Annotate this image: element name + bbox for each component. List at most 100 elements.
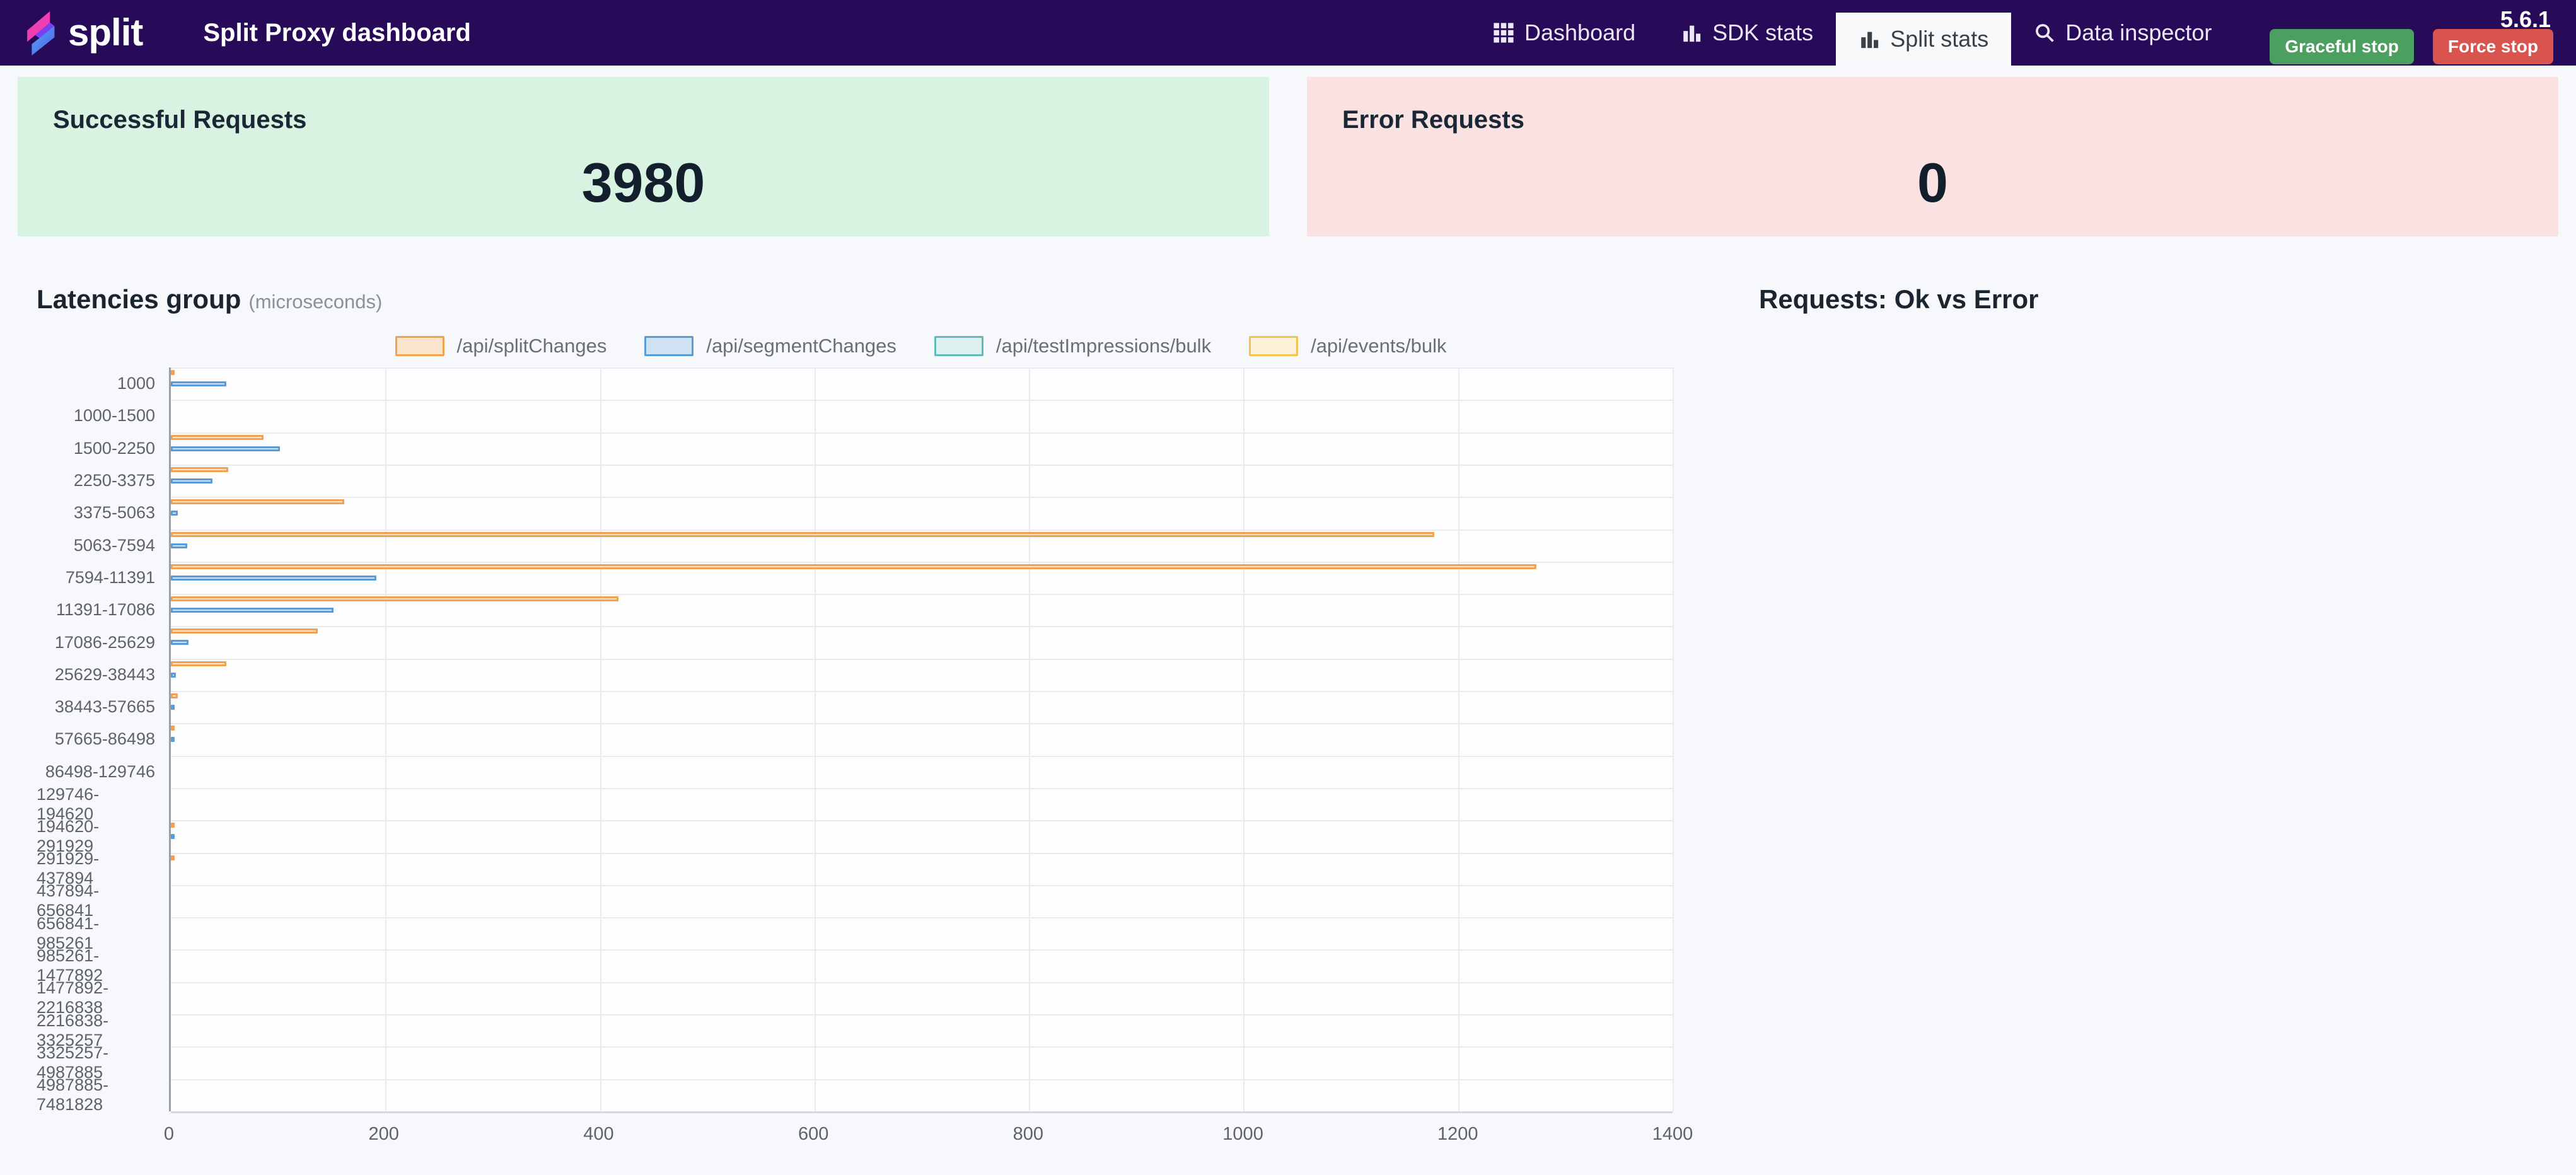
latency-bar bbox=[171, 823, 175, 828]
latency-bar bbox=[171, 693, 178, 698]
y-axis-label: 1477892-2216838 bbox=[37, 978, 109, 1017]
gridline-h bbox=[171, 497, 1673, 499]
latency-bar bbox=[171, 855, 175, 860]
latency-bar bbox=[171, 511, 178, 516]
latency-bar bbox=[171, 672, 176, 678]
legend-swatch bbox=[934, 336, 983, 356]
gridline-h bbox=[171, 1014, 1673, 1016]
y-axis-label: 2250-3375 bbox=[73, 471, 155, 490]
x-axis-label: 0 bbox=[163, 1124, 175, 1144]
version-label: 5.6.1 bbox=[2500, 6, 2551, 32]
gridline-h bbox=[171, 658, 1673, 660]
latency-chart: 1000 1000-1500 1500-2250 2250-3375 3375-5063… bbox=[37, 368, 1702, 1114]
gridline-h bbox=[171, 561, 1673, 563]
success-card: Successful Requests 3980 bbox=[18, 77, 1269, 236]
legend-item[interactable]: /api/splitChanges bbox=[395, 335, 607, 357]
latency-panel: Latencies group (microseconds) /api/split… bbox=[0, 284, 1702, 1155]
legend-label: /api/segmentChanges bbox=[706, 335, 896, 357]
latency-bar bbox=[171, 640, 189, 645]
legend-label: /api/splitChanges bbox=[456, 335, 607, 357]
gridline-h bbox=[171, 787, 1673, 789]
latency-bar bbox=[171, 628, 318, 634]
y-axis-label: 291929-437894 bbox=[37, 849, 100, 888]
y-axis-label: 17086-25629 bbox=[54, 632, 155, 652]
gridline-h bbox=[171, 432, 1673, 434]
latency-bar bbox=[171, 661, 226, 666]
x-axis-label: 600 bbox=[798, 1124, 829, 1144]
gridline-h bbox=[171, 1046, 1673, 1048]
latency-plot bbox=[169, 368, 1674, 1113]
y-axis-label: 86498-129746 bbox=[45, 761, 155, 781]
y-axis-label: 5063-7594 bbox=[73, 535, 155, 555]
legend-item[interactable]: /api/segmentChanges bbox=[644, 335, 896, 357]
latency-bar bbox=[171, 466, 229, 472]
legend-swatch bbox=[644, 336, 694, 356]
force-stop-button[interactable]: Force stop bbox=[2432, 29, 2553, 64]
y-axis-label: 437894-656841 bbox=[37, 881, 100, 920]
page-title: Split Proxy dashboard bbox=[203, 18, 471, 47]
latency-bar bbox=[171, 478, 212, 483]
card-title: Successful Requests bbox=[53, 106, 307, 134]
tab-label: Data inspector bbox=[2065, 20, 2212, 45]
gridline-h bbox=[171, 594, 1673, 596]
header: split Split Proxy dashboard Dashboard SD… bbox=[0, 0, 2576, 66]
latency-bar bbox=[171, 705, 175, 710]
error-card: Error Requests 0 bbox=[1307, 77, 2558, 236]
nav-tabs: Dashboard SDK stats Split stats Data ins… bbox=[1470, 0, 2234, 66]
gridline-h bbox=[171, 917, 1673, 919]
x-axis-label: 1200 bbox=[1437, 1124, 1478, 1144]
gridline-h bbox=[171, 820, 1673, 822]
gridline-v bbox=[1029, 368, 1031, 1111]
gridline-h bbox=[171, 981, 1673, 983]
header-buttons: Graceful stop Force stop bbox=[2270, 29, 2553, 64]
tab-sdk-stats[interactable]: SDK stats bbox=[1658, 0, 1836, 66]
gridline-h bbox=[171, 949, 1673, 951]
legend-label: /api/events/bulk bbox=[1311, 335, 1447, 357]
y-axis-label: 57665-86498 bbox=[54, 729, 155, 749]
summary-cards: Successful Requests 3980 Error Requests … bbox=[18, 77, 2558, 236]
y-axis-label: 11391-17086 bbox=[55, 600, 155, 620]
tab-split-stats[interactable]: Split stats bbox=[1836, 13, 2012, 66]
main-content: Latencies group (microseconds) /api/split… bbox=[0, 284, 2576, 1155]
bar-chart-icon bbox=[1861, 32, 1879, 49]
gridline-h bbox=[171, 368, 1673, 369]
x-axis-label: 200 bbox=[368, 1124, 399, 1144]
legend-item[interactable]: /api/events/bulk bbox=[1249, 335, 1447, 357]
gridline-h bbox=[171, 626, 1673, 628]
tab-label: Dashboard bbox=[1524, 20, 1636, 45]
legend-swatch bbox=[395, 336, 444, 356]
latency-bar bbox=[171, 531, 1435, 537]
y-axis-label: 25629-38443 bbox=[54, 664, 155, 684]
bar-chart-icon bbox=[1683, 25, 1701, 42]
logo-wordmark: split bbox=[68, 11, 143, 54]
latency-bar bbox=[171, 575, 377, 581]
latency-bar bbox=[171, 608, 334, 613]
latency-bar bbox=[171, 370, 175, 375]
y-axis-label: 985261-1477892 bbox=[37, 946, 103, 985]
requests-panel: Requests: Ok vs Error bbox=[1702, 284, 2576, 1155]
latency-section-header: Latencies group (microseconds) bbox=[37, 284, 1702, 315]
graceful-stop-button[interactable]: Graceful stop bbox=[2270, 29, 2414, 64]
tab-data-inspector[interactable]: Data inspector bbox=[2011, 0, 2234, 66]
y-axis-label: 656841-985261 bbox=[37, 913, 100, 952]
y-axis-label: 194620-291929 bbox=[37, 816, 100, 855]
latency-bar bbox=[171, 446, 280, 451]
tab-dashboard[interactable]: Dashboard bbox=[1470, 0, 1658, 66]
gridline-h bbox=[171, 464, 1673, 466]
latency-legend: /api/splitChanges/api/segmentChanges/api… bbox=[169, 335, 1673, 357]
latency-bar bbox=[171, 434, 264, 440]
search-icon bbox=[2036, 24, 2055, 42]
latency-bar bbox=[171, 499, 345, 505]
x-axis-label: 1400 bbox=[1652, 1124, 1693, 1144]
y-axis-label: 3375-5063 bbox=[73, 503, 155, 523]
tab-label: Split stats bbox=[1890, 26, 1989, 52]
card-value: 0 bbox=[1917, 151, 1948, 214]
legend-label: /api/testImpressions/bulk bbox=[995, 335, 1212, 357]
split-logo-icon bbox=[27, 11, 55, 55]
y-axis-label: 38443-57665 bbox=[54, 697, 155, 717]
latency-bar bbox=[171, 737, 175, 743]
gridline-h bbox=[171, 755, 1673, 757]
y-axis-label: 4987885-7481828 bbox=[37, 1075, 109, 1114]
legend-item[interactable]: /api/testImpressions/bulk bbox=[934, 335, 1211, 357]
gridline-h bbox=[171, 529, 1673, 531]
